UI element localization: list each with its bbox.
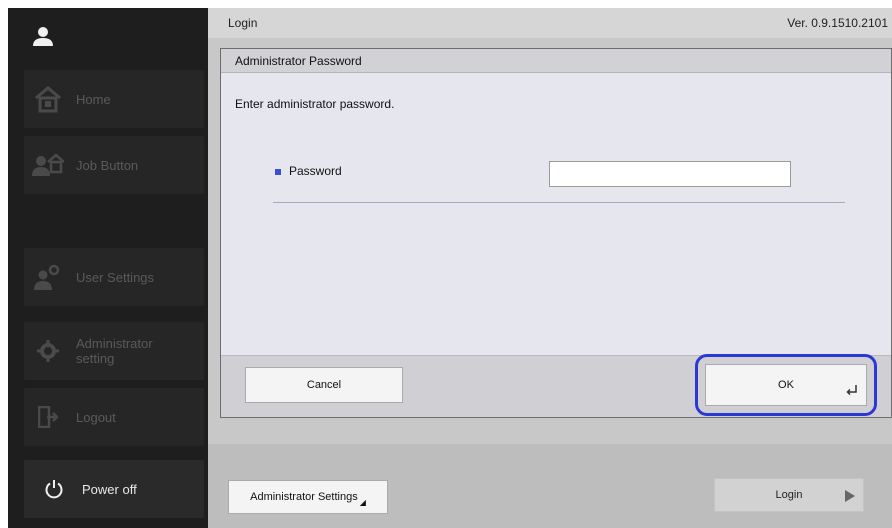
sidebar-item-job-button[interactable]: Job Button [24,136,204,194]
sidebar-item-home[interactable]: Home [24,70,204,128]
sidebar-item-label: User Settings [76,269,155,285]
administrator-settings-button[interactable]: Administrator Settings ◢ [228,480,388,514]
sidebar-item-label: Logout [76,409,116,425]
password-input[interactable] [549,161,791,187]
sidebar-item-logout[interactable]: Logout [24,388,204,446]
top-bar: Login Ver. 0.9.1510.2101 [208,8,892,38]
power-icon [36,471,72,507]
cancel-button[interactable]: Cancel [245,367,403,403]
screen-title: Login [228,16,258,30]
login-button[interactable]: Login [714,478,864,512]
home-icon [30,81,66,117]
administrator-settings-label: Administrator Settings [250,491,358,503]
sidebar-item-label: Administrator setting [76,336,153,366]
power-off-button[interactable]: Power off [24,460,204,518]
sidebar-item-user-settings[interactable]: User Settings [24,248,204,306]
administrator-password-dialog: Administrator Password Enter administrat… [220,48,892,418]
version-label: Ver. 0.9.1510.2101 [787,16,888,30]
sidebar: Home Job Button User Settings Administra… [8,8,208,528]
login-label: Login [775,489,803,501]
ok-button[interactable]: OK [705,364,867,406]
bottom-bar: Administrator Settings ◢ Login [208,444,892,528]
user-settings-icon [30,259,66,295]
password-label: Password [289,164,342,178]
dialog-footer: Cancel OK [221,354,891,417]
job-button-icon [30,147,66,183]
enter-icon [846,385,858,398]
password-field-row: Password [273,159,845,203]
main-area: Login Ver. 0.9.1510.2101 Administrator P… [208,8,892,528]
sidebar-item-label: Job Button [76,157,139,173]
gear-icon [30,333,66,369]
dialog-title: Administrator Password [221,49,891,73]
bullet-icon [275,169,281,175]
sidebar-item-label: Home [76,91,111,107]
logout-icon [30,399,66,435]
play-icon [845,490,855,505]
user-icon [33,27,53,46]
dialog-message: Enter administrator password. [235,97,395,111]
sidebar-item-administrator-setting[interactable]: Administrator setting [24,322,204,380]
user-header [8,8,208,64]
ok-label: OK [778,379,794,391]
submenu-corner-icon: ◢ [359,497,366,507]
power-off-label: Power off [82,481,137,497]
